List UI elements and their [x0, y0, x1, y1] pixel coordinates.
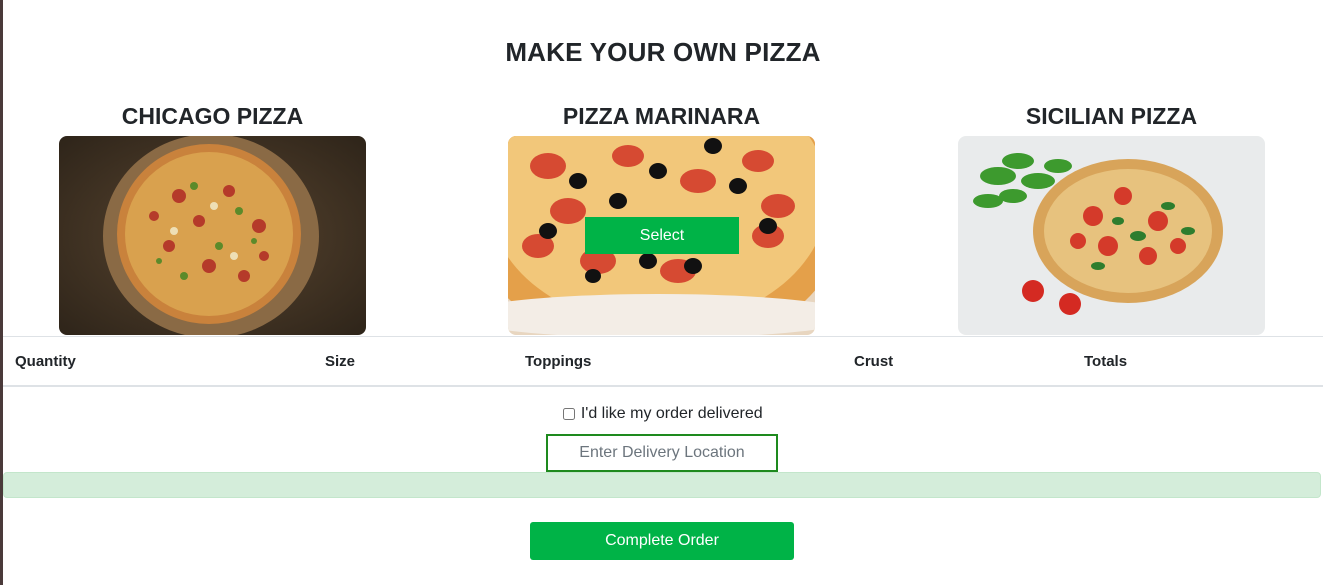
delivery-location-input[interactable]	[546, 434, 778, 472]
delivery-checkbox-label: I'd like my order delivered	[580, 405, 763, 422]
column-header-toppings: Toppings	[525, 353, 592, 370]
delivery-option: I'd like my order delivered	[3, 405, 1323, 423]
column-header-totals: Totals	[1084, 353, 1128, 370]
pizza-name: SICILIAN PIZZA	[1025, 103, 1198, 129]
select-button[interactable]: Select	[585, 217, 739, 254]
column-header-quantity: Quantity	[15, 353, 76, 370]
page-title: MAKE YOUR OWN PIZZA	[505, 37, 821, 67]
page: MAKE YOUR OWN PIZZA CHICAGO PIZZA PIZZA …	[3, 0, 1323, 585]
chicago-pizza-image[interactable]	[59, 136, 366, 335]
sicilian-pizza-image[interactable]	[958, 136, 1265, 335]
order-summary-alert	[3, 472, 1321, 498]
pizza-name: CHICAGO PIZZA	[121, 103, 304, 129]
column-header-size: Size	[325, 353, 356, 370]
pizza-card-marinara[interactable]: PIZZA MARINARA Select	[508, 100, 815, 335]
pizza-name: PIZZA MARINARA	[562, 103, 761, 129]
complete-order-button[interactable]: Complete Order	[530, 522, 794, 560]
column-header-crust: Crust	[854, 353, 894, 370]
marinara-pizza-image[interactable]: Select	[508, 136, 815, 335]
delivery-checkbox[interactable]	[563, 408, 576, 420]
order-table-header: Quantity Size Toppings Crust Totals	[3, 336, 1323, 387]
pizza-card-chicago[interactable]: CHICAGO PIZZA	[59, 100, 366, 335]
pizza-card-sicilian[interactable]: SICILIAN PIZZA	[958, 100, 1265, 335]
